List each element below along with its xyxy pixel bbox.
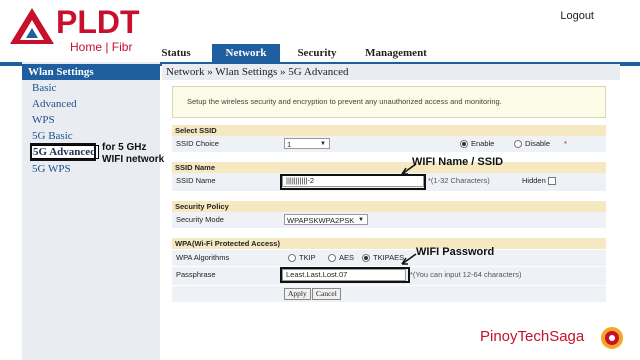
- ssid-name-label: SSID Name: [176, 176, 216, 185]
- watermark-text: PinoyTechSaga: [480, 328, 585, 345]
- ssid-name-hint: *(1-32 Characters): [428, 176, 490, 185]
- tab-management[interactable]: Management: [354, 44, 438, 62]
- hidden-label: Hidden: [522, 176, 546, 185]
- enable-radio-group[interactable]: Enable: [460, 136, 494, 152]
- callout-box-5g-advanced: [30, 143, 96, 161]
- required-marker: *: [564, 139, 567, 148]
- callout-arrow-icon: [401, 253, 417, 265]
- sidebar-item-5g-basic[interactable]: 5G Basic: [32, 130, 73, 142]
- chevron-down-icon: ▼: [358, 217, 364, 223]
- tkipaes-radio[interactable]: [362, 254, 370, 263]
- sidebar-item-5g-wps[interactable]: 5G WPS: [32, 163, 71, 175]
- pldt-logo-icon: [10, 8, 54, 44]
- ssid-choice-select[interactable]: 1 ▼: [284, 138, 330, 149]
- ssid-choice-value: 1: [287, 140, 292, 149]
- enable-label: Enable: [471, 139, 495, 148]
- disable-label: Disable: [525, 139, 551, 148]
- hidden-checkbox-group[interactable]: Hidden: [522, 173, 556, 189]
- callout-wifi-password: WIFI Password: [416, 246, 495, 258]
- sidebar: Wlan Settings Basic Advanced WPS 5G Basi…: [22, 62, 160, 360]
- callout-arrow-icon: [401, 163, 417, 175]
- button-row: Apply Cancel: [172, 286, 606, 302]
- security-mode-row: Security Mode WPAPSKWPA2PSK ▼: [172, 212, 606, 228]
- tab-status[interactable]: Status: [148, 44, 204, 62]
- tab-network[interactable]: Network: [212, 44, 280, 62]
- annotation-line-1: for 5 GHz: [102, 142, 147, 153]
- disable-radio[interactable]: [514, 140, 522, 149]
- security-mode-label: Security Mode: [176, 215, 224, 224]
- sidebar-title: Wlan Settings: [22, 64, 160, 80]
- chevron-down-icon: ▼: [320, 141, 326, 147]
- hidden-checkbox[interactable]: [547, 177, 556, 186]
- section-select-ssid: Select SSID: [172, 125, 606, 136]
- enable-radio[interactable]: [460, 140, 468, 149]
- wpa-algorithms-label: WPA Algorithms: [176, 253, 230, 262]
- ssid-choice-label: SSID Choice: [176, 139, 219, 148]
- callout-wifi-name: WIFI Name / SSID: [412, 156, 504, 168]
- breadcrumb: Network » Wlan Settings » 5G Advanced: [162, 64, 620, 80]
- passphrase-label: Passphrase: [176, 270, 216, 279]
- sidebar-item-wps[interactable]: WPS: [32, 114, 55, 126]
- intro-text: Setup the wireless security and encrypti…: [172, 86, 606, 118]
- tkip-radio[interactable]: [288, 254, 296, 263]
- security-mode-value: WPAPSKWPA2PSK: [287, 216, 355, 225]
- aes-label: AES: [339, 253, 355, 262]
- sidebar-item-basic[interactable]: Basic: [32, 82, 56, 94]
- brand-name: PLDT: [56, 4, 140, 40]
- callout-box-password: [280, 267, 410, 283]
- sidebar-item-advanced[interactable]: Advanced: [32, 98, 77, 110]
- aes-radio[interactable]: [328, 254, 336, 263]
- apply-button[interactable]: Apply: [284, 288, 311, 300]
- security-mode-select[interactable]: WPAPSKWPA2PSK ▼: [284, 214, 368, 225]
- section-ssid-name: SSID Name: [172, 162, 606, 173]
- ssid-choice-row: SSID Choice 1 ▼ Enable Disable *: [172, 136, 606, 152]
- cancel-button[interactable]: Cancel: [312, 288, 341, 300]
- brand-subtitle: Home | Fibr: [70, 40, 133, 54]
- passphrase-hint: *(You can input 12-64 characters): [410, 270, 522, 279]
- logout-link[interactable]: Logout: [560, 10, 594, 22]
- wpa-algorithms-row: WPA Algorithms TKIP AES TKIPAES: [172, 250, 606, 266]
- annotation-line-2: WIFI network: [102, 154, 165, 165]
- section-wpa: WPA(Wi-Fi Protected Access): [172, 238, 606, 249]
- watermark-logo-icon: [601, 327, 623, 349]
- sidebar-annotation: for 5 GHz WIFI network: [102, 142, 164, 166]
- aes-radio-group[interactable]: AES: [328, 250, 354, 266]
- tab-security[interactable]: Security: [286, 44, 348, 62]
- tkip-label: TKIP: [299, 253, 316, 262]
- tkip-radio-group[interactable]: TKIP: [288, 250, 316, 266]
- pldt-logo: PLDT Home | Fibr: [0, 0, 160, 66]
- section-security-policy: Security Policy: [172, 201, 606, 212]
- disable-radio-group[interactable]: Disable: [514, 136, 550, 152]
